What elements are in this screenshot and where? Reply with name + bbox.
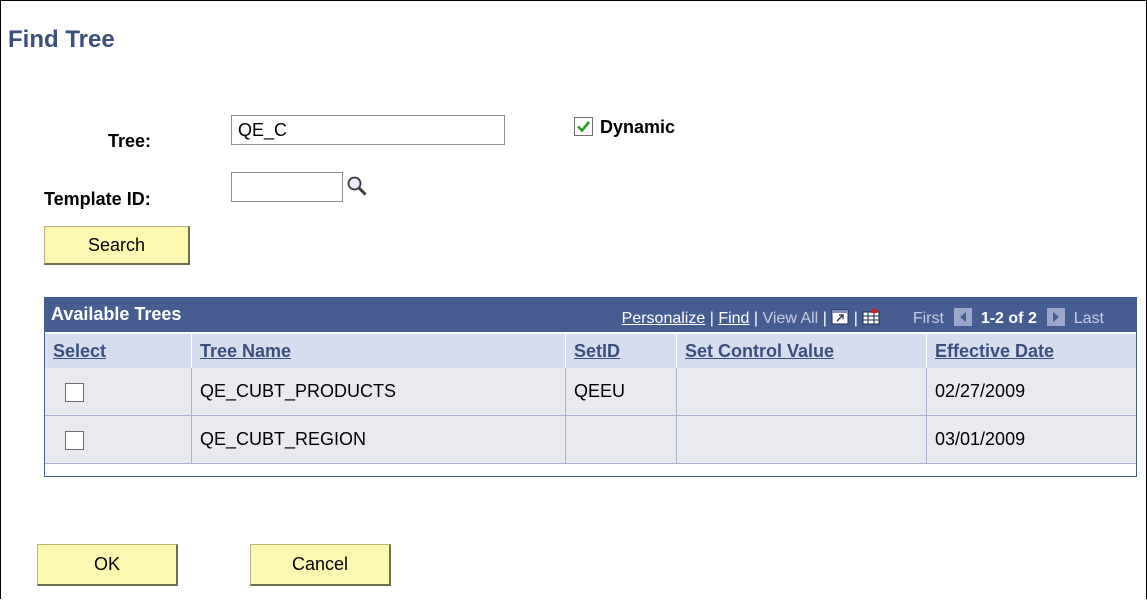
dynamic-label: Dynamic bbox=[600, 117, 676, 137]
search-button[interactable]: Search bbox=[44, 226, 190, 265]
column-header-set-control-value[interactable]: Set Control Value bbox=[676, 334, 926, 368]
separator: | bbox=[822, 310, 832, 327]
setid-cell bbox=[565, 416, 676, 463]
find-link[interactable]: Find bbox=[718, 310, 749, 327]
template-id-input[interactable] bbox=[231, 172, 343, 202]
select-cell bbox=[45, 368, 191, 415]
first-link[interactable]: First bbox=[913, 310, 944, 327]
template-id-label: Template ID: bbox=[44, 189, 151, 209]
row-select-checkbox[interactable] bbox=[65, 431, 84, 450]
table-row: QE_CUBT_PRODUCTS QEEU 02/27/2009 bbox=[45, 368, 1136, 416]
row-select-checkbox[interactable] bbox=[65, 383, 84, 402]
row-range: 1-2 of 2 bbox=[980, 310, 1037, 327]
table-row: QE_CUBT_REGION 03/01/2009 bbox=[45, 416, 1136, 464]
setid-cell: QEEU bbox=[565, 368, 676, 415]
column-header-select[interactable]: Select bbox=[45, 334, 191, 368]
separator: | bbox=[853, 310, 863, 327]
set-control-value-cell bbox=[676, 416, 926, 463]
checkmark-icon bbox=[577, 121, 591, 133]
effective-date-cell: 03/01/2009 bbox=[926, 416, 1136, 463]
lookup-icon[interactable] bbox=[346, 175, 368, 197]
previous-arrow-icon[interactable] bbox=[954, 308, 973, 331]
tree-name-cell: QE_CUBT_PRODUCTS bbox=[191, 368, 565, 415]
tree-input[interactable] bbox=[231, 115, 505, 145]
separator: | bbox=[753, 310, 763, 327]
column-header-row: Select Tree Name SetID Set Control Value… bbox=[45, 332, 1136, 368]
new-window-icon[interactable] bbox=[831, 309, 849, 330]
column-header-setid[interactable]: SetID bbox=[565, 334, 676, 368]
cancel-button[interactable]: Cancel bbox=[250, 544, 391, 586]
grid-navigation: Personalize | Find | View All | | First … bbox=[622, 308, 1104, 331]
grid-header: Available Trees Personalize | Find | Vie… bbox=[45, 298, 1136, 332]
column-header-tree-name[interactable]: Tree Name bbox=[191, 334, 565, 368]
tree-name-cell: QE_CUBT_REGION bbox=[191, 416, 565, 463]
dynamic-checkbox[interactable] bbox=[574, 117, 593, 136]
last-link[interactable]: Last bbox=[1074, 310, 1104, 327]
page-title: Find Tree bbox=[8, 26, 115, 53]
select-cell bbox=[45, 416, 191, 463]
next-arrow-icon[interactable] bbox=[1047, 308, 1066, 331]
grid-title: Available Trees bbox=[51, 304, 182, 324]
personalize-link[interactable]: Personalize bbox=[622, 310, 706, 327]
view-all-link[interactable]: View All bbox=[763, 310, 819, 327]
set-control-value-cell bbox=[676, 368, 926, 415]
download-icon[interactable] bbox=[862, 309, 880, 330]
available-trees-grid: Available Trees Personalize | Find | Vie… bbox=[44, 297, 1137, 477]
tree-label: Tree: bbox=[108, 131, 152, 151]
effective-date-cell: 02/27/2009 bbox=[926, 368, 1136, 415]
ok-button[interactable]: OK bbox=[37, 544, 178, 586]
column-header-effective-date[interactable]: Effective Date bbox=[926, 334, 1136, 368]
